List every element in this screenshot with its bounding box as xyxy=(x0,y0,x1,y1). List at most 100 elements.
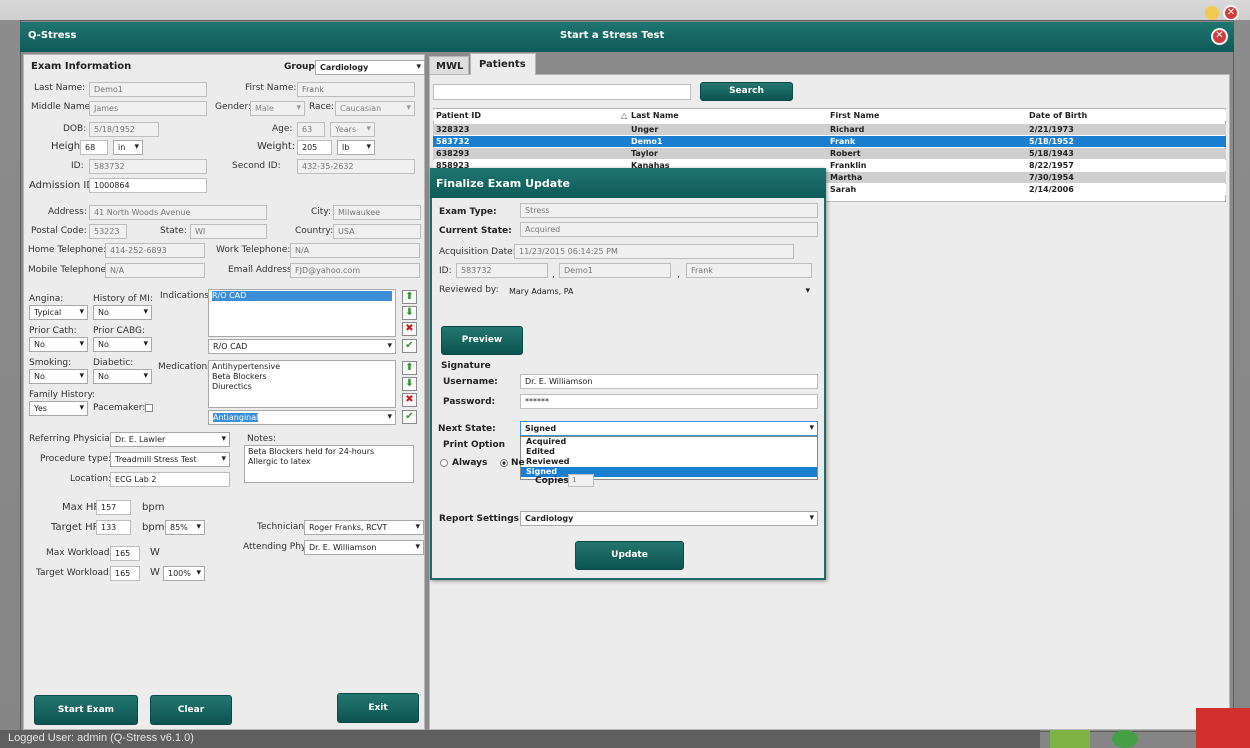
country-field[interactable]: USA xyxy=(333,224,421,239)
next-state-option[interactable]: Acquired xyxy=(521,437,817,447)
patient-search-input[interactable] xyxy=(433,84,691,100)
pacemaker-checkbox[interactable] xyxy=(145,404,153,412)
history-mi-select[interactable]: No xyxy=(93,305,152,320)
exit-app-icon[interactable] xyxy=(1196,708,1250,748)
delete-icon[interactable]: ✖ xyxy=(402,322,417,336)
state-field[interactable]: WI xyxy=(190,224,267,239)
add-indication-icon[interactable]: ✔ xyxy=(402,339,417,353)
home-telephone-field[interactable]: 414-252-6893 xyxy=(105,243,205,258)
table-row[interactable]: 328323 Unger Richard 2/21/1973 xyxy=(433,124,1226,135)
exam-type-field[interactable]: Stress xyxy=(520,203,818,218)
age-unit-select[interactable]: Years xyxy=(330,122,375,137)
last-name-field[interactable]: Demo1 xyxy=(89,82,207,97)
password-field[interactable]: ****** xyxy=(520,394,818,409)
exit-button[interactable]: Exit xyxy=(337,693,419,723)
reviewed-by-select[interactable]: Mary Adams, PA xyxy=(504,284,814,299)
close-icon[interactable]: ✕ xyxy=(1211,28,1228,45)
start-exam-button[interactable]: Start Exam xyxy=(34,695,138,725)
acquisition-date-field[interactable]: 11/23/2015 06:14:25 PM xyxy=(514,244,794,259)
angina-select[interactable]: Typical xyxy=(29,305,88,320)
notes-textarea[interactable]: Beta Blockers held for 24-hours Allergic… xyxy=(244,445,414,483)
target-workload-field[interactable]: 165 xyxy=(110,566,140,581)
tab-mwl[interactable]: MWL xyxy=(429,56,469,75)
move-down-icon[interactable]: ⬇ xyxy=(402,306,417,320)
dob-field[interactable]: 5/18/1952 xyxy=(89,122,159,137)
next-state-option[interactable]: Reviewed xyxy=(521,457,817,467)
postal-code-field[interactable]: 53223 xyxy=(89,224,127,239)
technician-select[interactable]: Roger Franks, RCVT xyxy=(304,520,424,535)
weight-field[interactable]: 205 xyxy=(297,140,332,155)
medications-select[interactable]: Antianginal xyxy=(208,410,396,425)
email-field[interactable]: FJD@yahoo.com xyxy=(290,263,420,278)
settings-icon[interactable] xyxy=(1112,730,1138,748)
age-field[interactable]: 63 xyxy=(297,122,325,137)
taskbar-app-icon[interactable] xyxy=(1050,730,1090,748)
race-select[interactable]: Caucasian xyxy=(335,101,415,116)
indication-item[interactable]: R/O CAD xyxy=(212,291,392,301)
id-field[interactable]: 583732 xyxy=(89,159,207,174)
next-state-select[interactable]: Signed xyxy=(520,421,818,436)
always-radio[interactable] xyxy=(440,459,448,467)
location-field[interactable]: ECG Lab 2 xyxy=(110,472,230,487)
never-radio[interactable] xyxy=(500,459,508,467)
procedure-type-select[interactable]: Treadmill Stress Test xyxy=(110,452,230,467)
medication-item[interactable]: Diurectics xyxy=(212,382,392,392)
weight-unit-select[interactable]: lb xyxy=(337,140,375,155)
move-up-icon[interactable]: ⬆ xyxy=(402,290,417,304)
move-up-icon[interactable]: ⬆ xyxy=(402,361,417,375)
max-hr-field[interactable]: 157 xyxy=(96,500,131,515)
update-button[interactable]: Update xyxy=(575,541,684,570)
mobile-telephone-field[interactable]: N/A xyxy=(105,263,205,278)
finalize-first-name-field[interactable]: Frank xyxy=(686,263,812,278)
smoking-select[interactable]: No xyxy=(29,369,88,384)
target-workload-percent-select[interactable]: 100% xyxy=(163,566,205,581)
move-down-icon[interactable]: ⬇ xyxy=(402,377,417,391)
current-state-field[interactable]: Acquired xyxy=(520,222,818,237)
indications-select[interactable]: R/O CAD xyxy=(208,339,396,354)
copies-stepper[interactable]: 1 xyxy=(568,474,594,487)
work-telephone-field[interactable]: N/A xyxy=(290,243,420,258)
height-field[interactable]: 68 xyxy=(80,140,108,155)
prior-cath-select[interactable]: No xyxy=(29,337,88,352)
col-first-name[interactable]: First Name xyxy=(830,110,879,121)
finalize-last-name-field[interactable]: Demo1 xyxy=(559,263,671,278)
report-settings-select[interactable]: Cardiology xyxy=(520,511,818,526)
col-last-name[interactable]: Last Name xyxy=(631,110,679,121)
max-workload-field[interactable]: 165 xyxy=(110,546,140,561)
admission-id-field[interactable]: 1000864 xyxy=(89,178,207,193)
medication-item[interactable]: Antihypertensive xyxy=(212,362,392,372)
referring-physician-select[interactable]: Dr. E. Lawler xyxy=(110,432,230,447)
medications-list[interactable]: Antihypertensive Beta Blockers Diurectic… xyxy=(208,360,396,408)
delete-icon[interactable]: ✖ xyxy=(402,393,417,407)
city-field[interactable]: Milwaukee xyxy=(333,205,421,220)
attending-phy-select[interactable]: Dr. E. Williamson xyxy=(304,540,424,555)
table-row-selected[interactable]: 583732 Demo1 Frank 5/18/1952 xyxy=(433,136,1226,147)
username-field[interactable]: Dr. E. Williamson xyxy=(520,374,818,389)
second-id-field[interactable]: 432-35-2632 xyxy=(297,159,415,174)
indications-list[interactable]: R/O CAD xyxy=(208,289,396,337)
first-name-field[interactable]: Frank xyxy=(297,82,415,97)
col-dob[interactable]: Date of Birth xyxy=(1029,110,1087,121)
tab-patients[interactable]: Patients xyxy=(470,53,536,75)
search-button[interactable]: Search xyxy=(700,82,793,101)
minimize-icon[interactable] xyxy=(1205,6,1219,20)
diabetic-select[interactable]: No xyxy=(93,369,152,384)
table-row[interactable]: 638293 Taylor Robert 5/18/1943 xyxy=(433,148,1226,159)
outer-close-icon[interactable]: ✕ xyxy=(1223,5,1239,21)
group-select[interactable]: Cardiology xyxy=(315,60,425,75)
address-field[interactable]: 41 North Woods Avenue xyxy=(89,205,267,220)
next-state-option[interactable]: Edited xyxy=(521,447,817,457)
height-unit-select[interactable]: in xyxy=(113,140,143,155)
clear-button[interactable]: Clear xyxy=(150,695,232,725)
col-patient-id[interactable]: Patient ID xyxy=(436,110,481,121)
prior-cabg-select[interactable]: No xyxy=(93,337,152,352)
preview-button[interactable]: Preview xyxy=(441,326,523,355)
target-hr-field[interactable]: 133 xyxy=(96,520,131,535)
middle-name-field[interactable]: James xyxy=(89,101,207,116)
medication-item[interactable]: Beta Blockers xyxy=(212,372,392,382)
add-medication-icon[interactable]: ✔ xyxy=(402,410,417,424)
target-hr-percent-select[interactable]: 85% xyxy=(165,520,205,535)
family-history-select[interactable]: Yes xyxy=(29,401,88,416)
finalize-id-field[interactable]: 583732 xyxy=(456,263,548,278)
gender-select[interactable]: Male xyxy=(250,101,305,116)
